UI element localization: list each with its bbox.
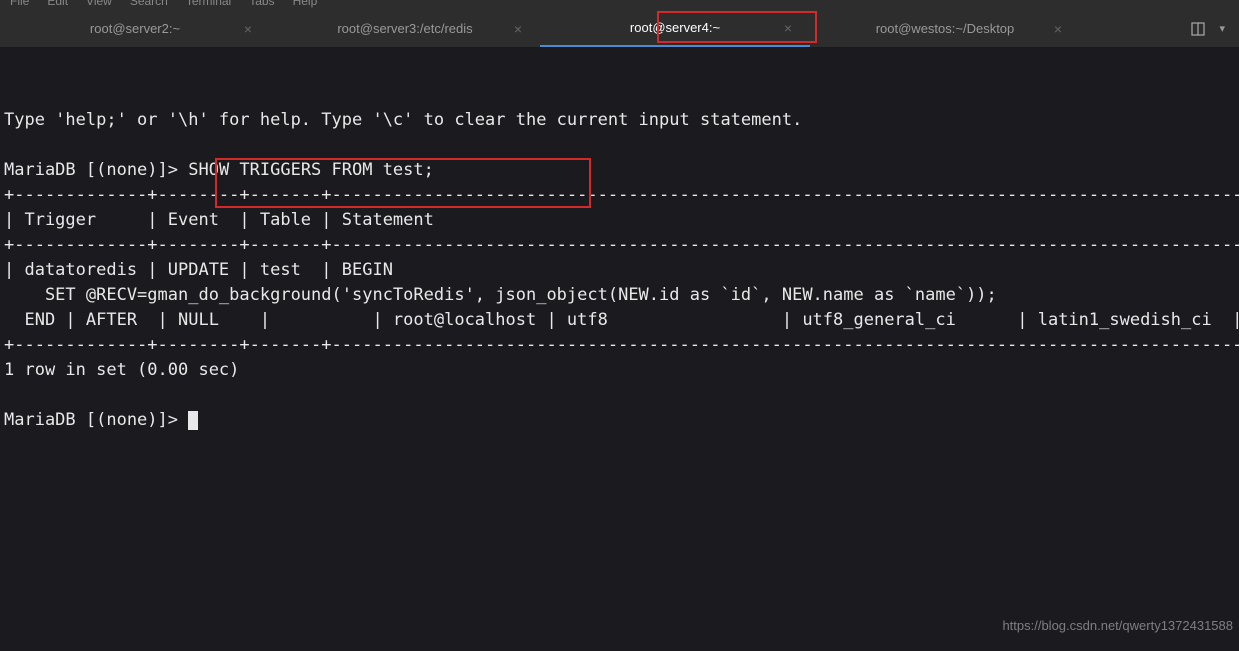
- menu-search[interactable]: Search: [130, 0, 168, 2]
- terminal-prompt: MariaDB [(none)]>: [4, 410, 188, 430]
- tab-westos[interactable]: root@westos:~/Desktop ×: [810, 10, 1080, 47]
- terminal-line: Type 'help;' or '\h' for help. Type '\c'…: [4, 110, 802, 130]
- tab-label: root@server2:~: [90, 21, 180, 36]
- terminal-line: 1 row in set (0.00 sec): [4, 360, 239, 380]
- terminal-line: | datatoredis | UPDATE | test | BEGIN: [4, 260, 393, 280]
- close-icon[interactable]: ×: [784, 20, 792, 36]
- terminal-line: SET @RECV=gman_do_background('syncToRedi…: [4, 285, 997, 305]
- tab-server2[interactable]: root@server2:~ ×: [0, 10, 270, 47]
- terminal-prompt: MariaDB [(none)]>: [4, 160, 188, 180]
- watermark: https://blog.csdn.net/qwerty1372431588: [1002, 616, 1233, 635]
- terminal-command: SHOW TRIGGERS FROM test;: [188, 160, 434, 180]
- menubar: File Edit View Search Terminal Tabs Help: [0, 0, 1239, 10]
- tab-extra-controls: ▾: [1191, 22, 1239, 36]
- tab-bar: root@server2:~ × root@server3:/etc/redis…: [0, 10, 1239, 48]
- terminal-output[interactable]: Type 'help;' or '\h' for help. Type '\c'…: [0, 48, 1239, 651]
- close-icon[interactable]: ×: [244, 21, 252, 37]
- terminal-line: +-------------+--------+-------+--------…: [4, 235, 1239, 255]
- terminal-line: | Trigger | Event | Table | Statement | …: [4, 210, 1239, 230]
- close-icon[interactable]: ×: [514, 21, 522, 37]
- close-icon[interactable]: ×: [1054, 21, 1062, 37]
- chevron-down-icon[interactable]: ▾: [1219, 22, 1225, 35]
- menu-tabs[interactable]: Tabs: [249, 0, 274, 2]
- tab-label: root@westos:~/Desktop: [876, 21, 1015, 36]
- tab-server4[interactable]: root@server4:~ ×: [540, 10, 810, 47]
- menu-terminal[interactable]: Terminal: [186, 0, 231, 2]
- tab-label: root@server3:/etc/redis: [337, 21, 472, 36]
- terminal-line: +-------------+--------+-------+--------…: [4, 185, 1239, 205]
- tab-server3[interactable]: root@server3:/etc/redis ×: [270, 10, 540, 47]
- split-terminal-icon[interactable]: [1191, 22, 1205, 36]
- terminal-line: +-------------+--------+-------+--------…: [4, 335, 1239, 355]
- terminal-line: END | AFTER | NULL | | root@localhost | …: [4, 310, 1239, 330]
- menu-help[interactable]: Help: [293, 0, 318, 2]
- menu-file[interactable]: File: [10, 0, 29, 2]
- menu-view[interactable]: View: [86, 0, 112, 2]
- cursor: [188, 411, 198, 430]
- tab-label: root@server4:~: [630, 20, 720, 35]
- menu-edit[interactable]: Edit: [47, 0, 68, 2]
